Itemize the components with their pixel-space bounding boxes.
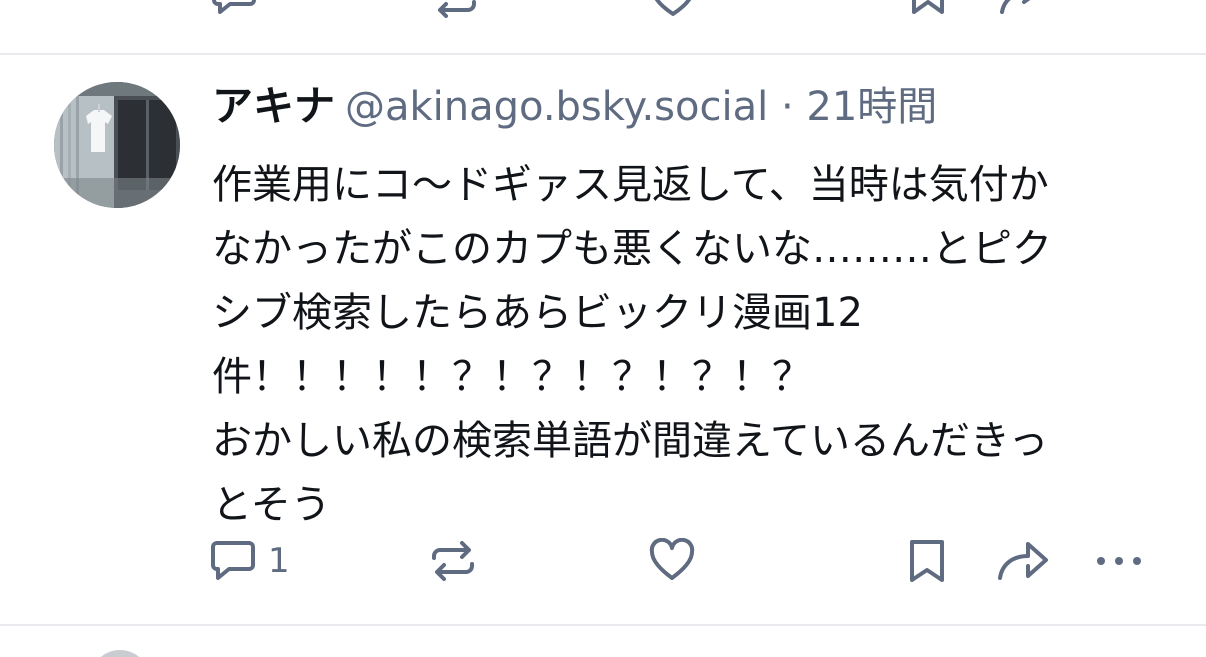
post-meta: アキナ @akinago.bsky.social · 21時間 [212, 77, 937, 135]
like-icon[interactable] [650, 0, 696, 18]
more-icon [1094, 538, 1144, 584]
bookmark-icon[interactable] [908, 0, 948, 18]
post-text-line: 件！！！！！？！？！？！？！？ [212, 354, 812, 400]
post-timestamp[interactable]: 21時間 [806, 84, 937, 130]
like-button[interactable] [649, 529, 695, 593]
reply-count: 1 [268, 541, 290, 581]
author-handle[interactable]: @akinago.bsky.social [345, 84, 768, 130]
post-text-line: おかしい私の検索単語が間違えているんだきっ [212, 418, 1049, 464]
avatar[interactable] [54, 82, 180, 208]
next-post-avatar[interactable] [90, 650, 150, 657]
divider [0, 624, 1206, 626]
repost-icon[interactable] [432, 0, 478, 18]
post-text-line: シブ検索したらあらビックリ漫画12 [212, 290, 863, 336]
share-icon[interactable] [998, 0, 1048, 18]
like-icon [649, 538, 695, 584]
post-text-line: なかったがこのカプも悪くないな………とピク [212, 226, 1052, 272]
feed: アキナ @akinago.bsky.social · 21時間 作業用にコ〜ドギァ… [0, 0, 1206, 657]
reply-icon[interactable] [212, 0, 258, 18]
repost-button[interactable] [430, 529, 476, 593]
reply-button[interactable]: 1 [210, 529, 290, 593]
post-text-line: 作業用にコ〜ドギァス見返して、当時は気付か [212, 162, 1049, 208]
post-text-line: とそう [212, 482, 331, 528]
author-display-name[interactable]: アキナ [212, 82, 335, 130]
post-action-bar: 1 [0, 529, 1206, 593]
bookmark-button[interactable] [906, 529, 948, 593]
share-button[interactable] [996, 529, 1050, 593]
post-text: 作業用にコ〜ドギァス見返して、当時は気付か なかったがこのカプも悪くないな………… [212, 153, 1172, 537]
meta-separator: · [768, 84, 807, 130]
feed-post[interactable]: アキナ @akinago.bsky.social · 21時間 作業用にコ〜ドギァ… [0, 55, 1206, 624]
bookmark-icon [906, 538, 948, 584]
repost-icon [430, 538, 476, 584]
previous-post-action-bar [0, 0, 1206, 18]
more-options-button[interactable] [1094, 529, 1144, 593]
reply-icon [210, 538, 256, 584]
share-icon [996, 538, 1050, 584]
